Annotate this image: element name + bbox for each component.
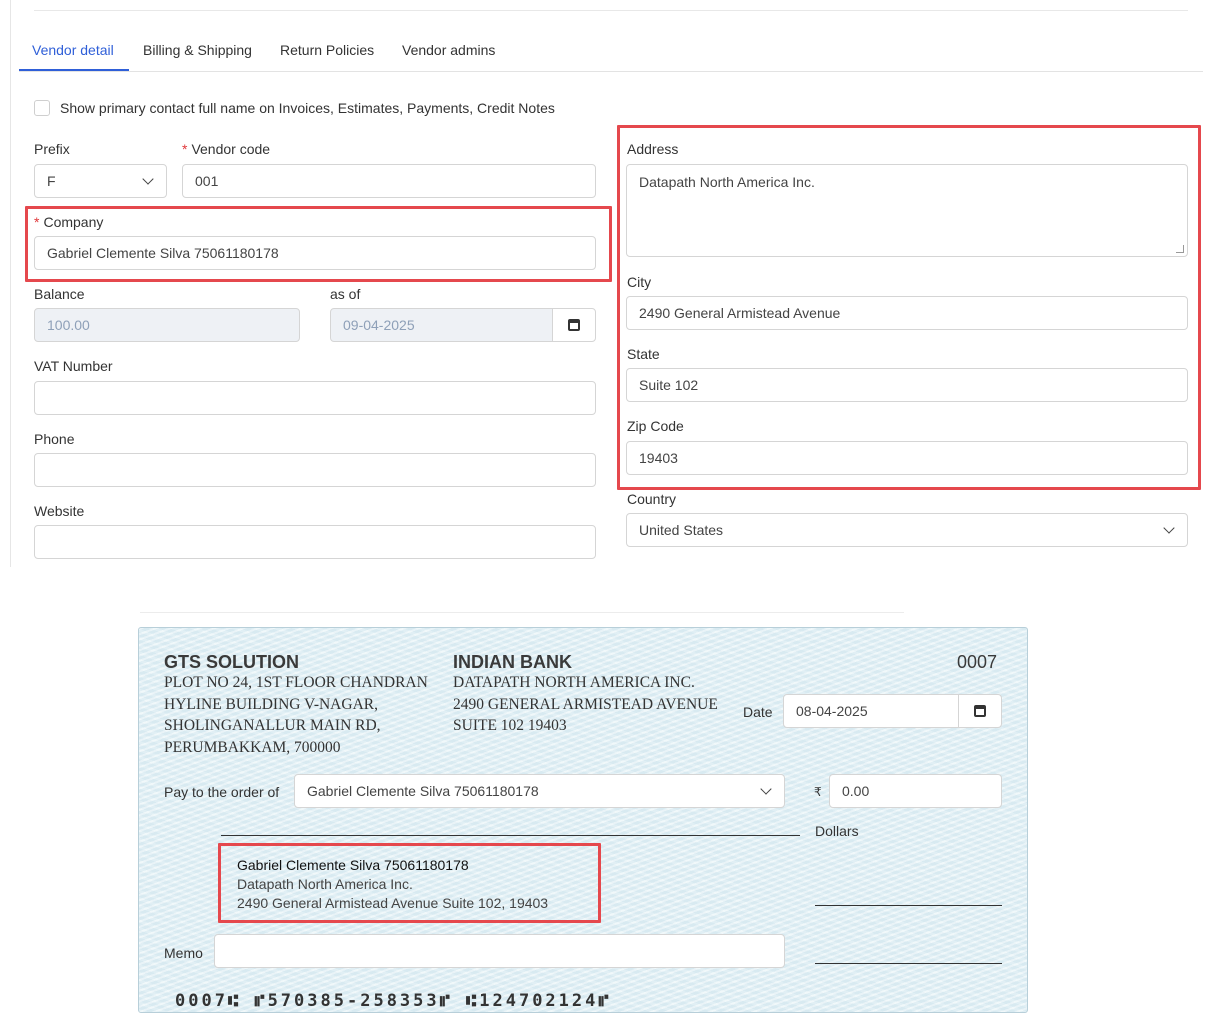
currency-symbol: ₹ bbox=[814, 785, 822, 799]
pay-to-value: Gabriel Clemente Silva 75061180178 bbox=[307, 783, 539, 799]
state-label: State bbox=[627, 346, 660, 362]
required-mark: * bbox=[182, 141, 188, 157]
amount-input[interactable]: 0.00 bbox=[829, 774, 1002, 808]
city-value: 2490 General Armistead Avenue bbox=[639, 305, 841, 321]
top-divider bbox=[34, 10, 1188, 11]
tab-return-policies[interactable]: Return Policies bbox=[280, 42, 374, 58]
cheque-date-input[interactable]: 08-04-2025 bbox=[783, 694, 960, 728]
cheque-date-calendar-button[interactable] bbox=[958, 694, 1002, 728]
company-input[interactable]: Gabriel Clemente Silva 75061180178 bbox=[34, 236, 596, 270]
phone-input[interactable] bbox=[34, 453, 596, 487]
required-mark: * bbox=[34, 214, 40, 230]
cheque-company-line: PLOT NO 24, 1ST FLOOR CHANDRAN bbox=[164, 674, 428, 691]
zip-input[interactable]: 19403 bbox=[626, 441, 1188, 475]
signature-line bbox=[815, 963, 1002, 964]
cheque-date-value: 08-04-2025 bbox=[796, 703, 868, 719]
country-select[interactable]: United States bbox=[626, 513, 1188, 547]
memo-input[interactable] bbox=[214, 934, 785, 968]
payee-address-line: 2490 General Armistead Avenue Suite 102,… bbox=[237, 895, 549, 911]
vat-input[interactable] bbox=[34, 381, 596, 415]
city-label: City bbox=[627, 274, 652, 290]
phone-label: Phone bbox=[34, 431, 75, 447]
signature-line bbox=[815, 905, 1002, 906]
cheque-bank-line: 2490 GENERAL ARMISTEAD AVENUE bbox=[453, 696, 718, 713]
payee-address-block: Gabriel Clemente Silva 75061180178 Datap… bbox=[237, 856, 548, 913]
cheque-preview: GTS SOLUTION PLOT NO 24, 1ST FLOOR CHAND… bbox=[138, 627, 1028, 1013]
cheque-company-line: PERUMBAKKAM, 700000 bbox=[164, 739, 341, 756]
pay-to-select[interactable]: Gabriel Clemente Silva 75061180178 bbox=[294, 774, 785, 808]
tab-billing-shipping[interactable]: Billing & Shipping bbox=[143, 42, 252, 58]
vendor-form-panel: Vendor detail Billing & Shipping Return … bbox=[0, 0, 1224, 567]
panel-border bbox=[10, 0, 11, 567]
calendar-icon bbox=[568, 319, 580, 331]
balance-label: Balance bbox=[34, 286, 85, 302]
amount-value: 0.00 bbox=[842, 783, 870, 799]
chevron-down-icon bbox=[760, 783, 772, 795]
chevron-down-icon bbox=[142, 173, 154, 185]
country-value: United States bbox=[639, 522, 724, 538]
cheque-number: 0007 bbox=[957, 652, 998, 672]
cheque-bank-name: INDIAN BANK bbox=[453, 652, 572, 672]
zip-value: 19403 bbox=[639, 450, 678, 466]
dollars-label: Dollars bbox=[815, 823, 859, 839]
calendar-icon bbox=[974, 705, 986, 717]
cheque-date-label: Date bbox=[743, 704, 773, 720]
cheque-bank-line: DATAPATH NORTH AMERICA INC. bbox=[453, 674, 695, 691]
vendor-code-label: * Vendor code bbox=[182, 141, 271, 157]
website-input[interactable] bbox=[34, 525, 596, 559]
pay-to-label: Pay to the order of bbox=[164, 784, 280, 800]
city-input[interactable]: 2490 General Armistead Avenue bbox=[626, 296, 1188, 330]
address-label: Address bbox=[627, 141, 679, 157]
as-of-value: 09-04-2025 bbox=[343, 317, 415, 333]
vat-label: VAT Number bbox=[34, 358, 113, 374]
cheque-bank-line: SUITE 102 19403 bbox=[453, 717, 567, 734]
state-input[interactable]: Suite 102 bbox=[626, 368, 1188, 402]
company-label: * Company bbox=[34, 214, 104, 230]
show-contact-checkbox[interactable] bbox=[34, 100, 50, 116]
vendor-code-input[interactable]: 001 bbox=[182, 164, 596, 198]
zip-label: Zip Code bbox=[627, 418, 684, 434]
chevron-down-icon bbox=[1163, 522, 1175, 534]
website-label: Website bbox=[34, 503, 85, 519]
tab-vendor-admins[interactable]: Vendor admins bbox=[402, 42, 495, 58]
show-contact-label: Show primary contact full name on Invoic… bbox=[60, 100, 555, 116]
state-value: Suite 102 bbox=[639, 377, 699, 393]
cheque-company-line: HYLINE BUILDING V-NAGAR, bbox=[164, 696, 378, 713]
address-textarea[interactable]: Datapath North America Inc. bbox=[626, 164, 1188, 257]
as-of-date-input: 09-04-2025 bbox=[330, 308, 554, 342]
cheque-company-line: SHOLINGANALLUR MAIN RD, bbox=[164, 717, 381, 734]
as-of-label: as of bbox=[330, 286, 361, 302]
address-value: Datapath North America Inc. bbox=[639, 174, 815, 190]
active-tab-indicator bbox=[19, 69, 129, 71]
amount-words-line bbox=[221, 835, 800, 836]
vendor-code-value: 001 bbox=[195, 173, 219, 189]
prefix-select[interactable]: F bbox=[34, 164, 167, 198]
payee-name: Gabriel Clemente Silva 75061180178 bbox=[237, 857, 469, 873]
vendor-tabs: Vendor detail Billing & Shipping Return … bbox=[19, 34, 1203, 72]
balance-value: 100.00 bbox=[47, 317, 90, 333]
memo-label: Memo bbox=[164, 945, 203, 961]
country-label: Country bbox=[627, 491, 677, 507]
prefix-label: Prefix bbox=[34, 141, 70, 157]
as-of-calendar-button[interactable] bbox=[552, 308, 596, 342]
micr-line: 0007⑆ ⑈570385-258353⑈ ⑆124702124⑈ bbox=[175, 991, 612, 1011]
cheque-company-name: GTS SOLUTION bbox=[164, 652, 299, 672]
section-divider bbox=[140, 612, 904, 613]
balance-input: 100.00 bbox=[34, 308, 300, 342]
payee-address-line: Datapath North America Inc. bbox=[237, 876, 413, 892]
company-value: Gabriel Clemente Silva 75061180178 bbox=[47, 245, 279, 261]
tab-vendor-detail[interactable]: Vendor detail bbox=[32, 42, 114, 58]
show-contact-row: Show primary contact full name on Invoic… bbox=[34, 100, 555, 116]
prefix-value: F bbox=[47, 173, 56, 189]
resize-handle-icon[interactable] bbox=[1176, 245, 1184, 253]
